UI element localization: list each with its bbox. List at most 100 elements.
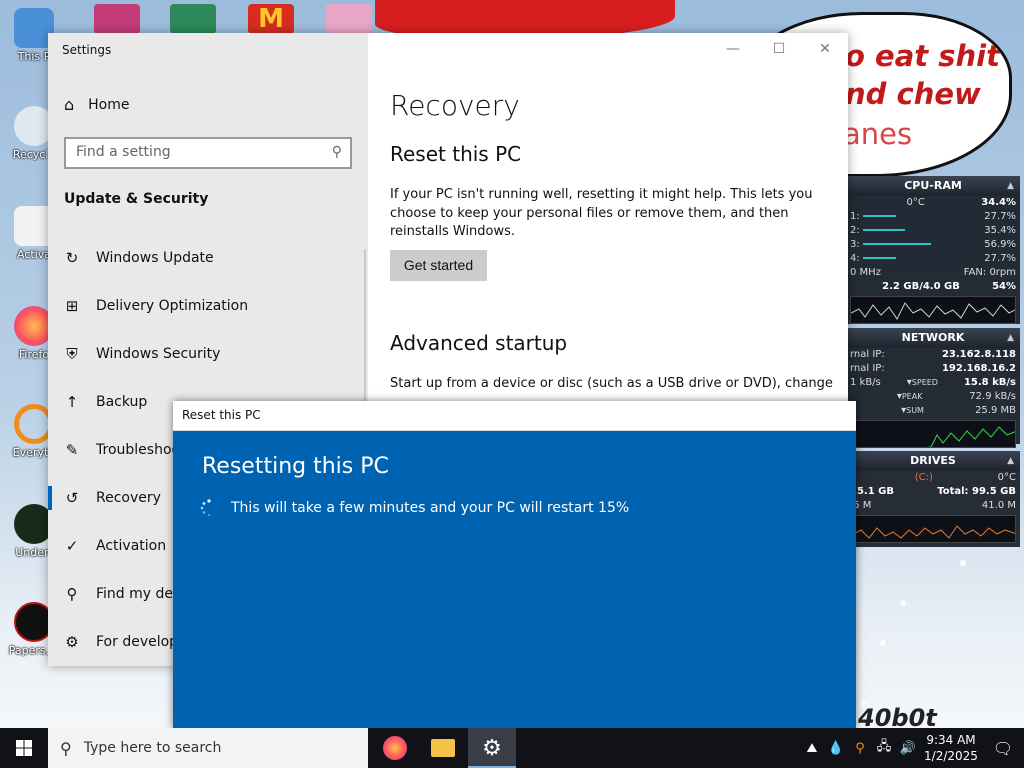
shield-icon: ⛨ — [66, 345, 78, 363]
cpu-core-row: 3: 56.9% — [850, 239, 1016, 250]
upload-arrow-icon: ↑ — [65, 393, 79, 411]
taskbar-settings[interactable]: ⚙ — [468, 728, 516, 768]
dialog-heading: Resetting this PC — [202, 454, 389, 479]
start-button[interactable] — [0, 728, 48, 768]
windows-logo-icon — [16, 740, 32, 756]
nav-delivery-optimization[interactable]: ⊞ Delivery Optimization — [48, 282, 368, 330]
cpu-core-bar — [862, 215, 896, 217]
find-setting-input[interactable]: Find a setting ⚲ — [64, 137, 352, 169]
cpu-core-bar — [862, 229, 905, 231]
nav-home-label: Home — [88, 96, 130, 113]
nav-item-label: Windows Security — [96, 346, 221, 362]
gear-icon: ⚙ — [482, 735, 502, 761]
notification-icon[interactable]: 🗨 — [982, 739, 1024, 758]
nav-item-label: Recovery — [96, 490, 161, 506]
advanced-startup-heading: Advanced startup — [390, 331, 568, 355]
wrench-icon: ✎ — [65, 441, 79, 459]
clock[interactable]: 9:34 AM 1/2/2025 — [920, 732, 982, 764]
cpu-ram-widget: CPU-RAM ▲ 0°C 34.4% 1: 27.7% 2: 35.4% 3: … — [846, 176, 1020, 324]
drive-temp: 0°C — [997, 472, 1016, 483]
minimize-button[interactable]: — — [710, 33, 756, 65]
cpu-graph — [850, 296, 1016, 324]
taskbar-file-explorer[interactable] — [419, 728, 467, 768]
collapse-icon[interactable]: ▲ — [1007, 176, 1014, 196]
nav-home[interactable]: ⌂ Home — [64, 95, 130, 114]
widget-header: NETWORK ▲ — [846, 328, 1020, 348]
taskbar-firefox[interactable] — [371, 728, 419, 768]
desktop-app-icon[interactable] — [170, 4, 216, 34]
find-setting-placeholder: Find a setting — [76, 144, 171, 160]
network-graph — [850, 420, 1016, 448]
cpu-core-bar — [862, 243, 931, 245]
network-icon[interactable]: 🖧 — [872, 737, 896, 759]
nav-item-label: Backup — [96, 394, 148, 410]
system-tray: ⛰ 💧 ⚲ 🖧 🔊 9:34 AM 1/2/2025 🗨 — [800, 728, 1024, 768]
cpu-frequency: 0 MHz — [850, 267, 881, 278]
network-widget: NETWORK ▲ rnal IP: 23.162.8.118 rnal IP: 1… — [846, 328, 1020, 448]
drive-write: 41.0 M — [981, 500, 1016, 511]
delivery-icon: ⊞ — [65, 297, 79, 315]
ram-percent: 54% — [992, 281, 1016, 292]
widget-title: NETWORK — [901, 331, 965, 344]
cpu-core-row: 2: 35.4% — [850, 225, 1016, 236]
maximize-button[interactable]: ☐ — [756, 33, 802, 65]
reset-dialog: Reset this PC Resetting this PC This wil… — [173, 401, 856, 729]
cpu-core-row: 4: 27.7% — [850, 253, 1016, 264]
drive-letter: (C:) — [914, 472, 933, 483]
desktop-app-icon[interactable] — [94, 4, 140, 34]
widget-title: CPU-RAM — [904, 179, 962, 192]
home-icon: ⌂ — [64, 95, 75, 114]
drive-total: Total: 99.5 GB — [937, 486, 1016, 497]
nav-windows-security[interactable]: ⛨ Windows Security — [48, 330, 368, 378]
network-row: ▾SUM 25.9 MB — [901, 405, 1016, 416]
locate-icon: ⚲ — [66, 585, 78, 603]
firefox-icon — [383, 736, 407, 760]
tray-search-icon[interactable]: ⚲ — [848, 741, 872, 756]
dialog-message: This will take a few minutes and your PC… — [231, 500, 630, 516]
drives-widget: DRIVES ▲ (C:) 0°C 25.1 GB Total: 99.5 GB .… — [846, 451, 1020, 547]
check-circle-icon: ✓ — [65, 537, 79, 555]
tray-drop-icon[interactable]: 💧 — [824, 741, 848, 756]
close-button[interactable]: ✕ — [802, 33, 848, 65]
ram-usage: 2.2 GB/4.0 GB — [882, 281, 960, 292]
clock-date: 1/2/2025 — [924, 749, 978, 763]
reset-description: If your PC isn't running well, resetting… — [390, 187, 813, 239]
widget-header: CPU-RAM ▲ — [846, 176, 1020, 196]
collapse-icon[interactable]: ▲ — [1007, 451, 1014, 471]
developer-icon: ⚙ — [65, 633, 79, 651]
widget-title: DRIVES — [910, 454, 956, 467]
network-row: ▾PEAK 72.9 kB/s — [896, 391, 1016, 402]
tray-app-icon[interactable]: ⛰ — [800, 741, 824, 756]
nav-item-label: Activation — [96, 538, 167, 554]
reset-heading: Reset this PC — [390, 142, 522, 166]
window-controls: — ☐ ✕ — [710, 33, 848, 65]
taskbar-search-placeholder: Type here to search — [83, 740, 222, 756]
taskbar: ⚲ Type here to search ⚙ ⛰ 💧 ⚲ 🖧 🔊 9:34 A… — [0, 728, 1024, 768]
internal-ip: 192.168.16.2 — [941, 363, 1016, 374]
refresh-icon: ↻ — [65, 249, 79, 267]
cpu-total: 34.4% — [981, 197, 1016, 208]
nav-item-label: Windows Update — [96, 250, 214, 266]
mcdonalds-icon[interactable]: M — [248, 4, 294, 34]
search-icon: ⚲ — [331, 144, 342, 160]
drive-used: 25.1 GB — [850, 486, 894, 497]
external-ip: 23.162.8.118 — [941, 349, 1016, 360]
wallpaper-signature: 40b0t — [858, 704, 937, 728]
cpu-temp: 0°C — [906, 197, 925, 208]
clock-time: 9:34 AM — [926, 733, 976, 747]
widget-header: DRIVES ▲ — [846, 451, 1020, 471]
window-title: Settings — [62, 43, 112, 57]
desktop-app-icon[interactable] — [326, 4, 372, 34]
recovery-icon: ↺ — [65, 489, 79, 507]
volume-icon[interactable]: 🔊 — [896, 741, 920, 756]
nav-windows-update[interactable]: ↻ Windows Update — [48, 234, 368, 282]
collapse-icon[interactable]: ▲ — [1007, 328, 1014, 348]
search-icon: ⚲ — [60, 738, 72, 758]
drive-graph — [850, 515, 1016, 543]
taskbar-search-box[interactable]: ⚲ Type here to search — [48, 728, 368, 768]
cpu-fan: FAN: 0rpm — [963, 267, 1016, 278]
cpu-core-bar — [862, 257, 896, 259]
get-started-button[interactable]: Get started — [390, 250, 487, 281]
page-title: Recovery — [390, 89, 520, 122]
cpu-core-row: 1: 27.7% — [850, 211, 1016, 222]
